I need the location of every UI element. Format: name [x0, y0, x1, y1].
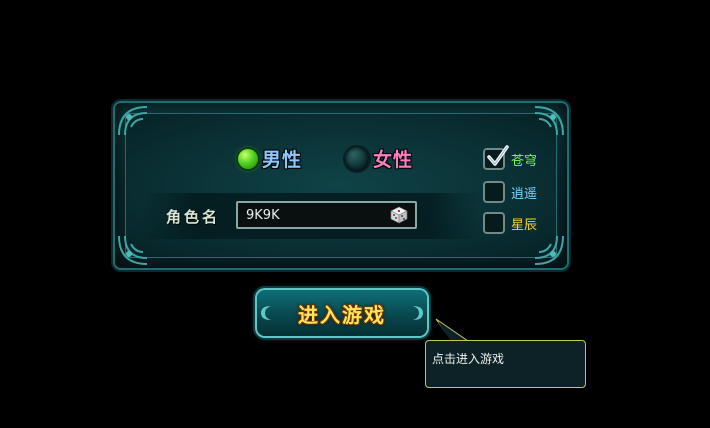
- character-name-label: 角色名: [166, 208, 221, 226]
- enter-game-label: 进入游戏: [298, 302, 386, 327]
- radio-selected-icon[interactable]: [238, 148, 258, 169]
- dice-icon[interactable]: [390, 206, 408, 224]
- server-option-3[interactable]: 星辰: [483, 212, 537, 234]
- enter-game-tooltip: 点击进入游戏: [425, 340, 586, 388]
- corner-ornament-icon: [531, 105, 565, 139]
- server-checkbox[interactable]: [483, 145, 509, 170]
- server-option-1[interactable]: 苍穹: [483, 145, 538, 170]
- tooltip-arrow: [435, 318, 470, 342]
- server-label: 逍遥: [511, 186, 538, 202]
- server-label: 苍穹: [511, 153, 538, 169]
- gender-option-female[interactable]: 女性: [345, 145, 413, 172]
- radio-unselected-icon[interactable]: [345, 146, 369, 171]
- corner-ornament-icon: [531, 232, 565, 266]
- tooltip-text: 点击进入游戏: [432, 352, 505, 366]
- checkmark-icon: [487, 145, 509, 166]
- scroll-ornament-icon: [413, 306, 423, 320]
- server-option-2[interactable]: 逍遥: [483, 181, 537, 203]
- server-label: 星辰: [511, 217, 538, 233]
- scroll-ornament-icon: [261, 306, 271, 320]
- gender-female-label: 女性: [373, 149, 414, 171]
- server-checkbox[interactable]: [483, 212, 505, 234]
- corner-ornament-icon: [117, 105, 151, 139]
- server-checkbox[interactable]: [483, 181, 505, 203]
- gender-male-label: 男性: [262, 149, 303, 171]
- enter-game-button[interactable]: 进入游戏: [257, 290, 427, 336]
- gender-option-male[interactable]: 男性: [238, 145, 302, 172]
